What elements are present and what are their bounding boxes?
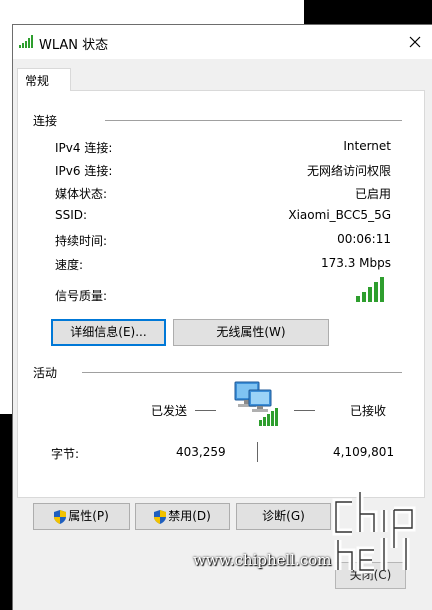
sent-label: 已发送 <box>151 404 188 418</box>
connection-heading: 连接 <box>33 114 58 128</box>
sent-dash <box>195 410 216 411</box>
chiphell-logo-watermark <box>332 492 416 574</box>
ssid-label: SSID: <box>55 208 88 222</box>
uac-shield-icon <box>154 509 167 524</box>
received-dash <box>294 410 315 411</box>
tab-general-label: 常规 <box>25 74 50 88</box>
duration-value: 00:06:11 <box>337 232 391 246</box>
signal-strength-icon <box>356 277 384 302</box>
ipv4-label: IPv4 连接: <box>55 141 113 155</box>
duration-label: 持续时间: <box>55 234 108 248</box>
activity-heading: 活动 <box>33 366 58 380</box>
window-title: WLAN 状态 <box>39 38 109 53</box>
ipv4-value: Internet <box>343 139 391 153</box>
close-window-button[interactable] <box>398 25 432 59</box>
bytes-sent-value: 403,259 <box>176 445 226 459</box>
diagnose-button[interactable]: 诊断(G) <box>236 503 331 530</box>
general-panel: 连接 IPv4 连接: Internet IPv6 连接: 无网络访问权限 媒体… <box>17 90 425 498</box>
bytes-label: 字节: <box>51 447 80 461</box>
background-window-top <box>0 0 304 24</box>
uac-shield-icon <box>54 509 67 524</box>
title-bar[interactable]: WLAN 状态 <box>13 25 432 59</box>
disable-button-label: 禁用(D) <box>168 509 211 523</box>
media-state-value: 已启用 <box>354 187 391 201</box>
received-label: 已接收 <box>350 404 387 418</box>
bytes-received-value: 4,109,801 <box>333 445 395 459</box>
close-icon <box>409 36 421 48</box>
activity-divider <box>82 372 402 373</box>
tab-general[interactable]: 常规 <box>17 68 71 91</box>
wifi-signal-icon <box>19 35 33 48</box>
signal-quality-label: 信号质量: <box>55 289 108 303</box>
speed-label: 速度: <box>55 258 84 272</box>
background-window-left <box>0 24 12 414</box>
wireless-properties-button[interactable]: 无线属性(W) <box>173 319 329 346</box>
properties-button[interactable]: 属性(P) <box>33 503 130 530</box>
ssid-value: Xiaomi_BCC5_5G <box>288 208 391 222</box>
bytes-separator <box>257 442 258 462</box>
ipv6-value: 无网络访问权限 <box>306 164 391 178</box>
disable-button[interactable]: 禁用(D) <box>135 503 230 530</box>
details-button[interactable]: 详细信息(E)... <box>51 319 166 346</box>
properties-button-label: 属性(P) <box>68 509 109 523</box>
connection-divider <box>105 120 402 121</box>
media-state-label: 媒体状态: <box>55 187 108 201</box>
network-computers-icon <box>234 381 278 426</box>
speed-value: 173.3 Mbps <box>320 256 391 270</box>
watermark-url: www.chiphell.com <box>193 551 332 569</box>
ipv6-label: IPv6 连接: <box>55 164 113 178</box>
